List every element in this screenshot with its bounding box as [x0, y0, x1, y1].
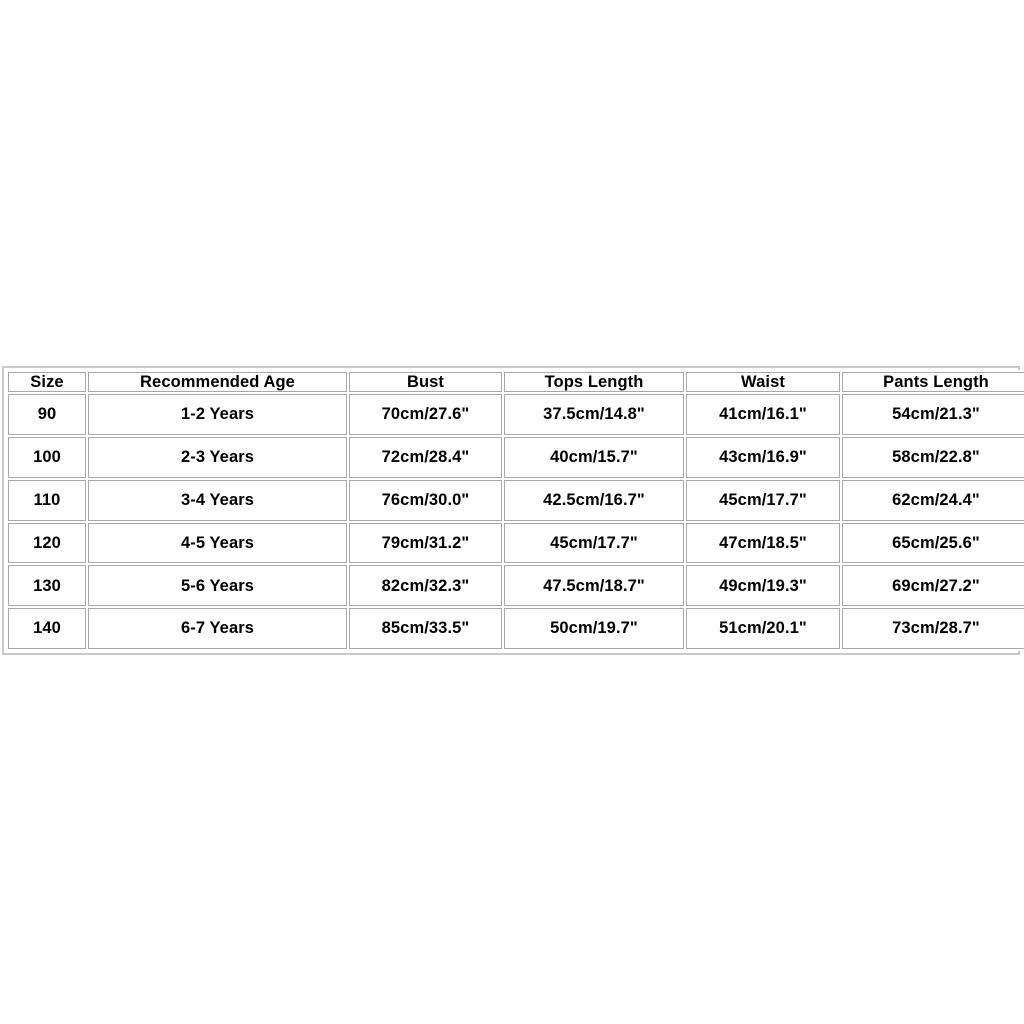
column-header-pants-length: Pants Length [842, 372, 1024, 393]
size-chart-table: Size Recommended Age Bust Tops Length Wa… [6, 370, 1024, 651]
cell-pants-length: 62cm/24.4" [842, 479, 1024, 521]
table-header: Size Recommended Age Bust Tops Length Wa… [8, 372, 1024, 393]
cell-bust: 85cm/33.5" [349, 608, 502, 649]
table-row: 140 6-7 Years 85cm/33.5" 50cm/19.7" 51cm… [8, 608, 1024, 649]
cell-size: 110 [8, 479, 86, 521]
cell-waist: 49cm/19.3" [686, 565, 840, 607]
cell-size: 130 [8, 565, 86, 607]
cell-bust: 79cm/31.2" [349, 522, 502, 564]
cell-waist: 41cm/16.1" [686, 394, 840, 435]
table-row: 110 3-4 Years 76cm/30.0" 42.5cm/16.7" 45… [8, 479, 1024, 521]
cell-size: 140 [8, 608, 86, 649]
cell-pants-length: 54cm/21.3" [842, 394, 1024, 435]
cell-size: 120 [8, 522, 86, 564]
column-header-tops-length: Tops Length [504, 372, 684, 393]
cell-pants-length: 65cm/25.6" [842, 522, 1024, 564]
table-row: 130 5-6 Years 82cm/32.3" 47.5cm/18.7" 49… [8, 565, 1024, 607]
table-row: 90 1-2 Years 70cm/27.6" 37.5cm/14.8" 41c… [8, 394, 1024, 435]
cell-waist: 47cm/18.5" [686, 522, 840, 564]
cell-tops-length: 50cm/19.7" [504, 608, 684, 649]
cell-waist: 51cm/20.1" [686, 608, 840, 649]
table-body: 90 1-2 Years 70cm/27.6" 37.5cm/14.8" 41c… [8, 394, 1024, 649]
cell-tops-length: 37.5cm/14.8" [504, 394, 684, 435]
cell-bust: 70cm/27.6" [349, 394, 502, 435]
cell-waist: 43cm/16.9" [686, 436, 840, 478]
cell-age: 4-5 Years [88, 522, 347, 564]
cell-bust: 82cm/32.3" [349, 565, 502, 607]
cell-size: 90 [8, 394, 86, 435]
table-row: 120 4-5 Years 79cm/31.2" 45cm/17.7" 47cm… [8, 522, 1024, 564]
cell-age: 2-3 Years [88, 436, 347, 478]
table-row: 100 2-3 Years 72cm/28.4" 40cm/15.7" 43cm… [8, 436, 1024, 478]
cell-pants-length: 73cm/28.7" [842, 608, 1024, 649]
cell-size: 100 [8, 436, 86, 478]
cell-bust: 76cm/30.0" [349, 479, 502, 521]
cell-age: 3-4 Years [88, 479, 347, 521]
cell-age: 5-6 Years [88, 565, 347, 607]
column-header-size: Size [8, 372, 86, 393]
cell-tops-length: 40cm/15.7" [504, 436, 684, 478]
column-header-bust: Bust [349, 372, 502, 393]
column-header-waist: Waist [686, 372, 840, 393]
table-header-row: Size Recommended Age Bust Tops Length Wa… [8, 372, 1024, 393]
cell-tops-length: 45cm/17.7" [504, 522, 684, 564]
cell-age: 1-2 Years [88, 394, 347, 435]
cell-age: 6-7 Years [88, 608, 347, 649]
cell-tops-length: 47.5cm/18.7" [504, 565, 684, 607]
cell-tops-length: 42.5cm/16.7" [504, 479, 684, 521]
cell-waist: 45cm/17.7" [686, 479, 840, 521]
column-header-recommended-age: Recommended Age [88, 372, 347, 393]
cell-bust: 72cm/28.4" [349, 436, 502, 478]
cell-pants-length: 69cm/27.2" [842, 565, 1024, 607]
size-chart-container: Size Recommended Age Bust Tops Length Wa… [2, 366, 1024, 655]
cell-pants-length: 58cm/22.8" [842, 436, 1024, 478]
